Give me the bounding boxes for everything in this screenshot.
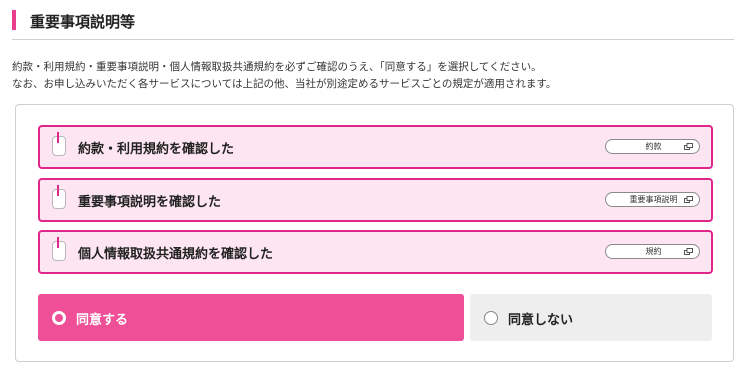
disagree-button[interactable]: 同意しない: [470, 294, 712, 341]
confirm-label: 約款・利用規約を確認した: [78, 142, 235, 157]
disagree-label: 同意しない: [508, 313, 574, 328]
important-matters-link-button[interactable]: 重要事項説明: [605, 192, 700, 207]
radio-icon[interactable]: [484, 311, 498, 325]
header-accent-bar: [12, 10, 16, 30]
consent-card: 約款・利用規約を確認した 約款 重要事項説明を確認した 重要事項説明 個人情報取…: [15, 104, 734, 362]
confirm-row-important-matters[interactable]: 重要事項説明を確認した 重要事項説明: [38, 178, 713, 222]
section-header: 重要事項説明等: [12, 10, 734, 40]
section-title: 重要事項説明等: [30, 13, 136, 31]
external-link-icon: [684, 248, 693, 255]
terms-link-button[interactable]: 約款: [605, 139, 700, 154]
checkbox-icon[interactable]: [52, 132, 66, 156]
instruction-line-2: なお、お申し込みいただく各サービスについては上記の他、当社が別途定めるサービスご…: [12, 78, 557, 90]
agree-button[interactable]: 同意する: [38, 294, 464, 341]
privacy-link-button[interactable]: 規約: [605, 244, 700, 259]
confirm-row-terms[interactable]: 約款・利用規約を確認した 約款: [38, 125, 713, 169]
confirm-label: 重要事項説明を確認した: [78, 195, 222, 210]
instructions: 約款・利用規約・重要事項説明・個人情報取扱共通規約を必ずご確認のうえ、「同意する…: [12, 59, 742, 93]
agree-label: 同意する: [76, 313, 129, 328]
radio-selected-icon[interactable]: [52, 311, 66, 325]
external-link-icon: [684, 143, 693, 150]
confirm-label: 個人情報取扱共通規約を確認した: [78, 247, 274, 262]
checkbox-icon[interactable]: [52, 237, 66, 261]
checkbox-icon[interactable]: [52, 185, 66, 209]
external-link-icon: [684, 196, 693, 203]
confirm-row-privacy[interactable]: 個人情報取扱共通規約を確認した 規約: [38, 230, 713, 274]
instruction-line-1: 約款・利用規約・重要事項説明・個人情報取扱共通規約を必ずご確認のうえ、「同意する…: [12, 61, 542, 73]
